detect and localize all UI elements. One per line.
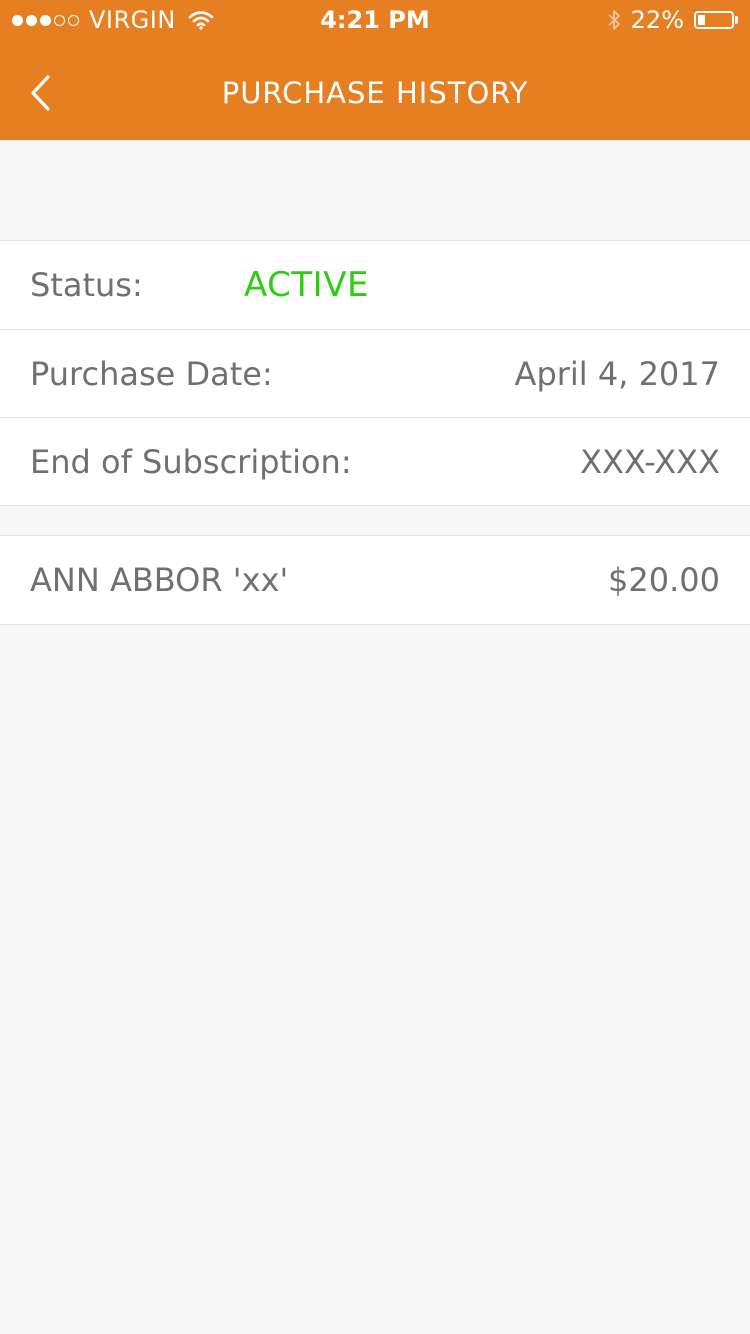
bluetooth-icon	[607, 8, 621, 32]
header-bar: VIRGIN 4:21 PM 22% PURCHASE HISTORY	[0, 0, 750, 140]
battery-tip	[735, 16, 738, 24]
battery-body	[694, 11, 734, 29]
status-bar: VIRGIN 4:21 PM 22%	[0, 0, 750, 40]
status-label: Status:	[30, 266, 143, 304]
end-of-subscription-label: End of Subscription:	[30, 442, 352, 481]
purchase-date-value: April 4, 2017	[514, 354, 720, 393]
status-right: 22%	[607, 6, 738, 34]
purchase-list: ANN ABBOR 'xx' $20.00	[0, 535, 750, 625]
navigation-bar: PURCHASE HISTORY	[0, 40, 750, 140]
page-title: PURCHASE HISTORY	[221, 76, 529, 110]
item-name: ANN ABBOR 'xx'	[30, 561, 289, 599]
end-of-subscription-value: XXX-XXX	[580, 442, 720, 481]
list-item[interactable]: ANN ABBOR 'xx' $20.00	[0, 536, 750, 624]
item-price: $20.00	[608, 561, 720, 599]
battery-percent: 22%	[630, 6, 684, 34]
purchase-date-row: Purchase Date: April 4, 2017	[0, 329, 750, 417]
battery-icon	[694, 11, 738, 29]
purchase-date-label: Purchase Date:	[30, 354, 273, 393]
status-row: Status: ACTIVE	[0, 241, 750, 329]
status-badge: ACTIVE	[244, 265, 369, 305]
battery-fill	[698, 15, 706, 25]
subscription-details: Status: ACTIVE Purchase Date: April 4, 2…	[0, 240, 750, 506]
end-of-subscription-row: End of Subscription: XXX-XXX	[0, 417, 750, 505]
